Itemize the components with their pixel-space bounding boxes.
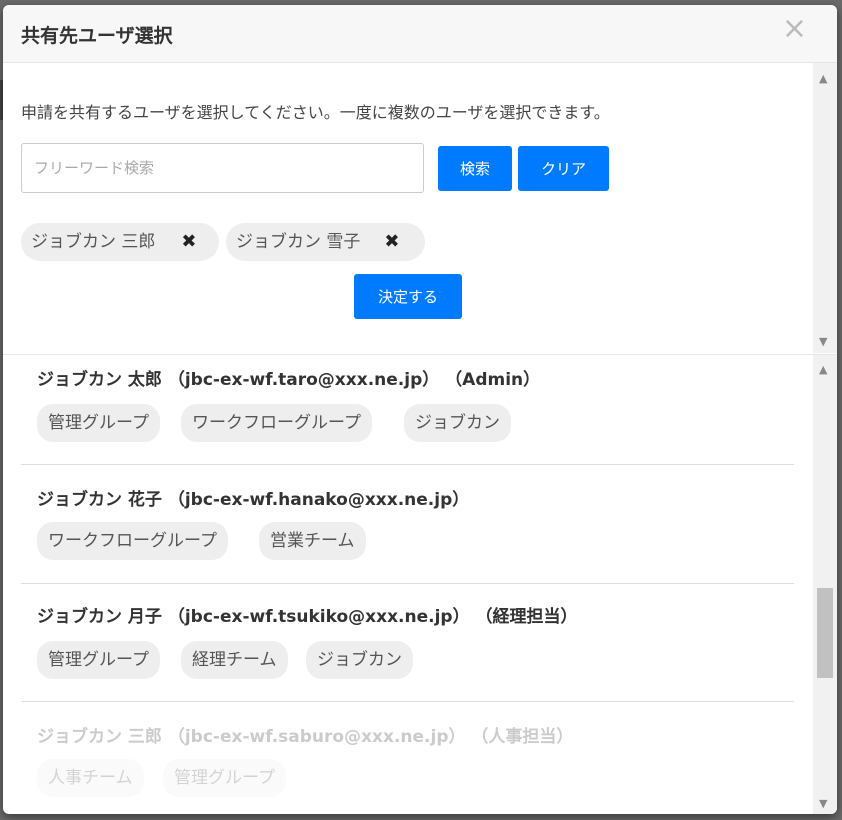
- user-header: ジョブカン 太郎 （jbc-ex-wf.taro@xxx.ne.jp） （Adm…: [37, 370, 541, 390]
- group-tag: ワークフローグループ: [181, 404, 372, 442]
- group-tag: 営業チーム: [259, 522, 366, 560]
- selection-panel: 申請を共有するユーザを選択してください。一度に複数のユーザを選択できます。 検索…: [3, 63, 837, 353]
- list-item[interactable]: ジョブカン 花子 （jbc-ex-wf.hanako@xxx.ne.jp） ワー…: [21, 465, 794, 584]
- group-tag: 経理チーム: [181, 641, 288, 679]
- scroll-down-icon[interactable]: ▼: [819, 797, 827, 810]
- scroll-thumb[interactable]: [817, 588, 833, 678]
- group-tag: 人事チーム: [37, 759, 144, 797]
- group-tag: 管理グループ: [37, 404, 160, 442]
- selected-user-chip: ジョブカン 雪子 ✖: [226, 223, 425, 261]
- list-scrollbar[interactable]: ▲ ▼: [813, 355, 837, 814]
- search-input[interactable]: [21, 143, 424, 193]
- selected-user-name: ジョブカン 三郎: [31, 232, 156, 252]
- instruction-text: 申請を共有するユーザを選択してください。一度に複数のユーザを選択できます。: [21, 103, 610, 122]
- dialog-header: 共有先ユーザ選択 ×: [3, 5, 837, 63]
- share-user-dialog: 共有先ユーザ選択 × 申請を共有するユーザを選択してください。一度に複数のユーザ…: [3, 5, 837, 814]
- group-tag: 管理グループ: [37, 641, 160, 679]
- group-tag: ワークフローグループ: [37, 522, 228, 560]
- close-icon[interactable]: ✖: [384, 223, 399, 261]
- clear-button[interactable]: クリア: [518, 146, 609, 191]
- search-button[interactable]: 検索: [438, 146, 512, 191]
- decide-button[interactable]: 決定する: [354, 274, 462, 319]
- user-list: ジョブカン 太郎 （jbc-ex-wf.taro@xxx.ne.jp） （Adm…: [3, 354, 837, 814]
- close-icon[interactable]: ✖: [181, 223, 196, 261]
- upper-scrollbar[interactable]: ▲ ▼: [813, 63, 837, 353]
- list-item[interactable]: ジョブカン 月子 （jbc-ex-wf.tsukiko@xxx.ne.jp） （…: [21, 584, 794, 702]
- scroll-down-icon[interactable]: ▼: [819, 335, 827, 348]
- selected-user-name: ジョブカン 雪子: [236, 232, 361, 252]
- user-header: ジョブカン 三郎 （jbc-ex-wf.saburo@xxx.ne.jp） （人…: [37, 727, 574, 747]
- user-header: ジョブカン 花子 （jbc-ex-wf.hanako@xxx.ne.jp）: [37, 490, 470, 510]
- list-item-disabled: ジョブカン 三郎 （jbc-ex-wf.saburo@xxx.ne.jp） （人…: [21, 702, 794, 812]
- group-tag: 管理グループ: [163, 759, 286, 797]
- selected-user-chip: ジョブカン 三郎 ✖: [21, 223, 219, 261]
- user-header: ジョブカン 月子 （jbc-ex-wf.tsukiko@xxx.ne.jp） （…: [37, 607, 578, 627]
- scroll-up-icon[interactable]: ▲: [819, 363, 827, 376]
- group-tag: ジョブカン: [306, 641, 413, 679]
- list-item[interactable]: ジョブカン 太郎 （jbc-ex-wf.taro@xxx.ne.jp） （Adm…: [21, 355, 794, 465]
- scroll-up-icon[interactable]: ▲: [819, 72, 827, 85]
- dialog-title: 共有先ユーザ選択: [21, 25, 173, 47]
- close-icon[interactable]: ×: [782, 14, 807, 44]
- group-tag: ジョブカン: [404, 404, 511, 442]
